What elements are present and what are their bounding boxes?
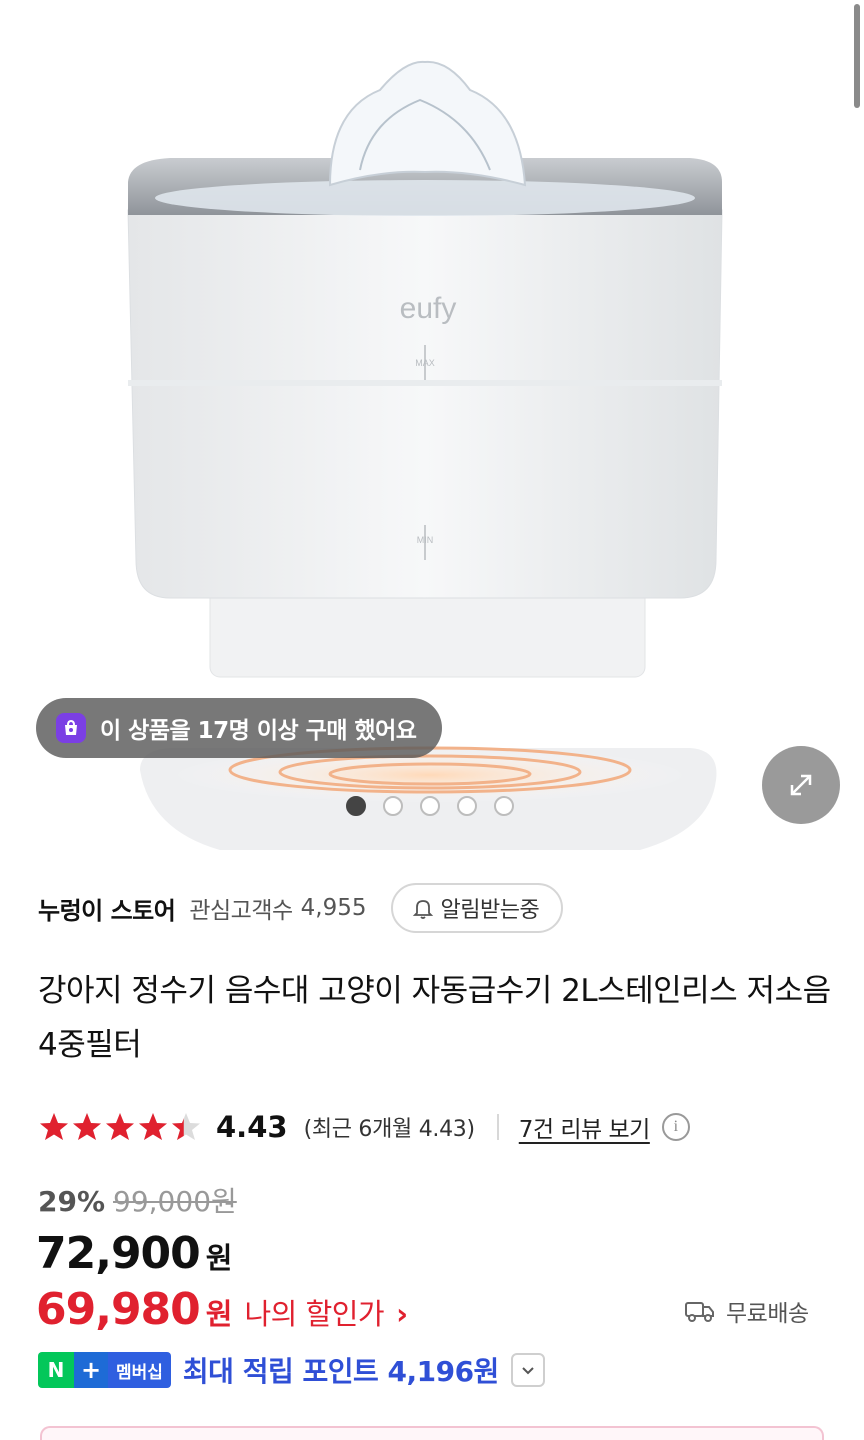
star-icon <box>139 1113 167 1140</box>
purchase-count-text: 이 상품을 17명 이상 구매 했어요 <box>100 718 417 744</box>
discount-row: 29% 99,000원 <box>38 1180 237 1220</box>
chevron-right-icon[interactable]: › <box>396 1297 408 1331</box>
info-icon[interactable]: i <box>661 1113 690 1141</box>
carousel-dot[interactable] <box>346 796 366 816</box>
sale-price-unit: 원 <box>205 1241 233 1275</box>
membership-label: 멤버십 <box>108 1352 171 1388</box>
scrollbar[interactable] <box>854 4 860 108</box>
brand-logo: eufy <box>400 292 457 325</box>
carousel-dot[interactable] <box>383 796 403 816</box>
product-title: 강아지 정수기 음수대 고양이 자동급수기 2L스테인리스 저소음4중필터 <box>38 973 831 1063</box>
carousel-dot[interactable] <box>457 796 477 816</box>
my-discount-price-row[interactable]: 69,980 원 나의 할인가 › <box>36 1284 408 1335</box>
discount-rate: 29% <box>38 1185 106 1218</box>
star-icon <box>40 1113 68 1140</box>
next-section-card <box>40 1426 824 1440</box>
store-info-row: 누렁이 스토어 관심고객수 4,955 알림받는중 <box>38 880 564 936</box>
my-discount-price-unit: 원 <box>205 1297 233 1331</box>
membership-points-row: N + 멤버십 최대 적립 포인트 4,196원 <box>38 1350 545 1390</box>
rating-row: 4.43 (최근 6개월 4.43) 7건 리뷰 보기 i <box>38 1104 690 1150</box>
rating-value: 4.43 <box>216 1110 288 1144</box>
chevron-down-icon <box>522 1367 534 1375</box>
my-discount-price: 69,980 <box>36 1284 201 1335</box>
recent-rating: (최근 6개월 4.43) <box>303 1117 476 1142</box>
expand-icon <box>790 774 812 796</box>
reviews-link[interactable]: 7건 리뷰 보기 <box>519 1110 651 1144</box>
divider <box>496 1114 499 1140</box>
store-name[interactable]: 누렁이 스토어 <box>38 891 176 926</box>
points-expand-button[interactable] <box>510 1353 545 1387</box>
alarm-label: 알림받는중 <box>440 898 540 923</box>
sale-price-row: 72,900 원 <box>36 1228 232 1279</box>
purchase-count-badge: 이 상품을 17명 이상 구매 했어요 <box>36 698 443 758</box>
carousel-dot[interactable] <box>494 796 514 816</box>
star-rating <box>38 1111 202 1143</box>
naver-membership-badge: N + 멤버십 <box>38 1352 171 1388</box>
star-icon <box>73 1113 101 1140</box>
naver-n-logo: N <box>38 1352 74 1388</box>
zoom-button[interactable] <box>762 746 840 824</box>
fans-label: 관심고객수 <box>189 898 293 924</box>
min-mark: MIN <box>417 535 434 545</box>
max-points: 최대 적립 포인트 4,196원 <box>182 1355 499 1388</box>
star-icon <box>106 1113 134 1140</box>
sale-price: 72,900 <box>36 1228 201 1279</box>
bell-icon <box>412 900 433 919</box>
my-discount-label[interactable]: 나의 할인가 <box>244 1291 384 1333</box>
fans-count: 4,955 <box>300 895 367 921</box>
truck-icon <box>685 1302 714 1322</box>
original-price: 99,000원 <box>113 1185 237 1218</box>
shipping-info: 무료배송 <box>684 1294 809 1328</box>
shopping-bag-icon <box>56 713 86 743</box>
star-icon <box>172 1113 200 1140</box>
shipping-label: 무료배송 <box>726 1301 809 1327</box>
alarm-subscribe-button[interactable]: 알림받는중 <box>390 883 564 933</box>
carousel-dot[interactable] <box>420 796 440 816</box>
max-mark: MAX <box>415 358 435 368</box>
product-image-carousel[interactable]: MAX MIN eufy 이 상품을 17명 이상 구매 했어요 <box>0 0 864 850</box>
plus-icon: + <box>74 1352 108 1388</box>
carousel-indicators <box>346 796 514 816</box>
